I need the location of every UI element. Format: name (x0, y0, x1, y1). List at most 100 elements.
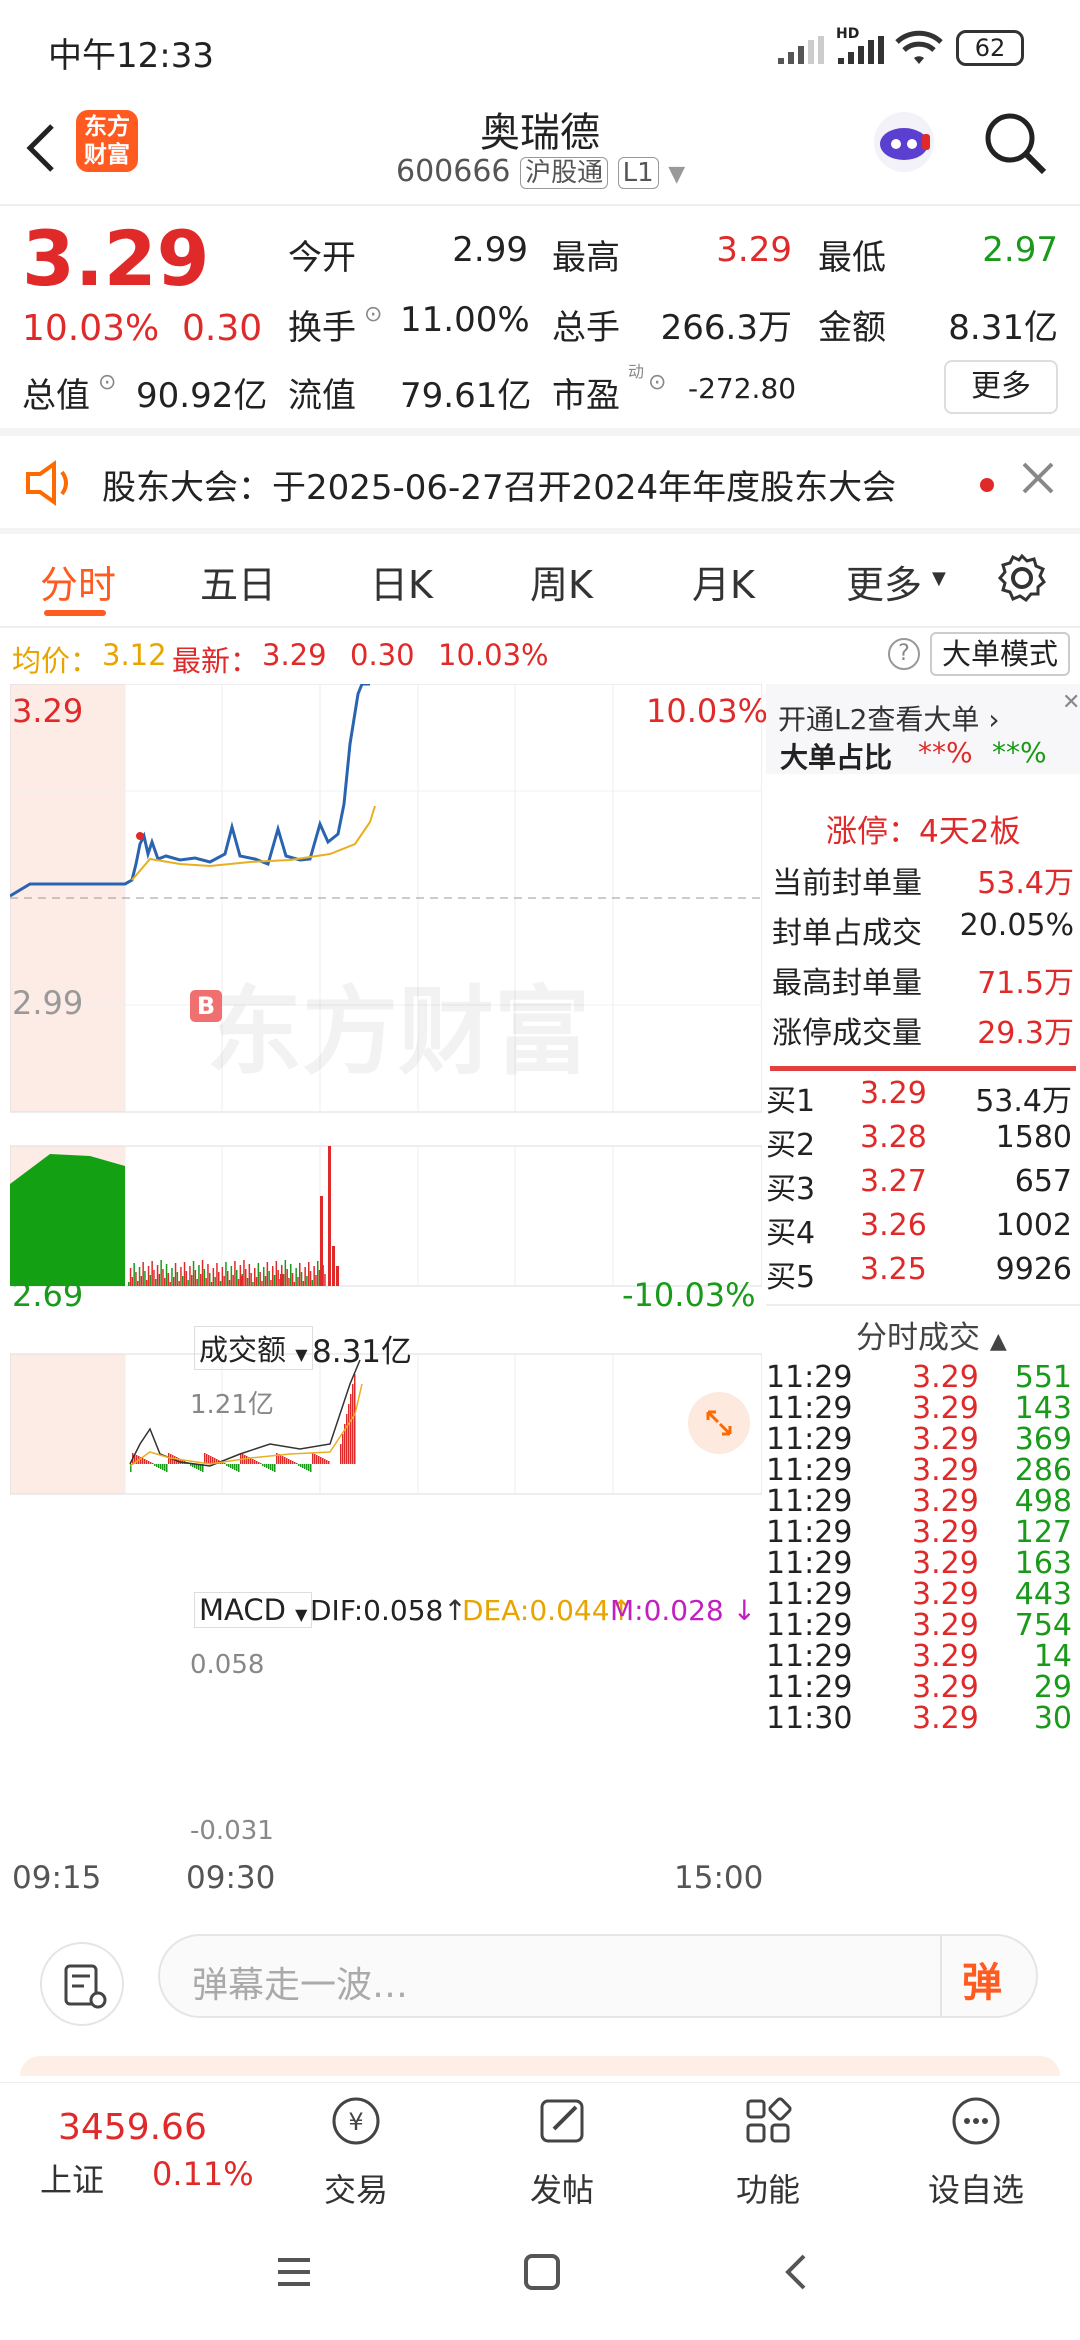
help-icon[interactable]: ? (888, 638, 920, 670)
pe-label: 市盈 (552, 376, 620, 416)
turnover-value: 11.00% (400, 300, 530, 340)
intraday-chart[interactable]: 3.29 2.99 2.69 10.03% -10.03% 东方财富 B 成交额… (9, 682, 768, 1906)
stock-code: 600666 (396, 154, 511, 189)
app-logo[interactable]: 东方 财富 (76, 110, 138, 172)
volume-bar (230, 1266, 233, 1286)
macd-bar (164, 1464, 166, 1471)
macd-bar (298, 1464, 300, 1466)
macd-bar (296, 1463, 298, 1464)
tick-price: 3.29 (912, 1484, 979, 1519)
nav-trade[interactable]: ¥ 交易 (286, 2083, 426, 2213)
volume-bar (225, 1262, 227, 1286)
tick-price: 3.29 (912, 1670, 979, 1705)
limit-stat-row: 最高封单量 71.5万 (772, 958, 1074, 1004)
recents-icon[interactable] (274, 2252, 314, 2296)
volume-bar (131, 1277, 134, 1286)
bid-volume: 1002 (995, 1208, 1072, 1243)
more-button[interactable]: 更多 (944, 360, 1058, 414)
tab-intraday[interactable]: 分时 (40, 554, 116, 609)
volume-selector[interactable]: 成交额 ▼ (194, 1326, 313, 1370)
danmu-settings-icon[interactable] (40, 1942, 124, 2026)
macd-bar (210, 1456, 212, 1464)
trade-icon: ¥ (332, 2097, 380, 2145)
time-start: 09:15 (12, 1860, 102, 1896)
bottom-nav: 3459.66 上证 0.11% ¥ 交易 发帖 功能 设自选 (0, 2082, 1080, 2212)
notice-bar[interactable]: 股东大会：于2025-06-27召开2024年年度股东大会 (0, 436, 1080, 532)
macd-bar (228, 1464, 230, 1467)
volume-bar (182, 1276, 184, 1286)
macd-bar (346, 1414, 348, 1464)
turnover-info-icon[interactable]: ⊙ (364, 302, 382, 327)
macd-axis-bottom: -0.031 (190, 1816, 274, 1846)
tick-volume: 443 (1014, 1577, 1072, 1612)
caret-down-icon: ▼ (668, 162, 686, 187)
amount-value: 8.31亿 (948, 308, 1058, 348)
danmu-send-button[interactable]: 弹 (962, 1950, 1002, 2008)
buy-marker[interactable]: B (190, 990, 222, 1022)
close-icon[interactable] (1018, 458, 1058, 502)
nav-add-watchlist[interactable]: 设自选 (906, 2083, 1046, 2213)
bid-row[interactable]: 买5 3.25 9926 (766, 1252, 1072, 1298)
volume-bar (227, 1271, 229, 1286)
high-point-marker (136, 832, 144, 840)
volume-bar (237, 1279, 240, 1286)
volume-bar (178, 1281, 180, 1286)
volume-bar (200, 1274, 202, 1286)
auction-volume-area (10, 1154, 125, 1286)
home-icon[interactable] (522, 2252, 562, 2296)
volume-bar (198, 1265, 200, 1286)
mktcap-info-icon[interactable]: ⊙ (98, 370, 116, 395)
ticks-title[interactable]: 分时成交 ▲ (856, 1312, 1007, 1357)
settings-gear-icon[interactable] (996, 552, 1048, 608)
index-ticker[interactable]: 3459.66 上证 0.11% (40, 2083, 254, 2213)
bid-row[interactable]: 买3 3.27 657 (766, 1164, 1072, 1210)
tab-five-day[interactable]: 五日 (200, 554, 276, 609)
volume-bar (288, 1278, 290, 1286)
macd-bar (268, 1464, 270, 1469)
bid-row[interactable]: 买2 3.28 1580 (766, 1120, 1072, 1166)
volume-bar (286, 1269, 288, 1286)
nav-post[interactable]: 发帖 (492, 2083, 632, 2213)
macd-bar (352, 1384, 354, 1464)
high-value: 3.29 (716, 230, 792, 270)
volume-bar (255, 1277, 258, 1286)
volume-bar (189, 1266, 191, 1286)
tab-monthly-k[interactable]: 月K (692, 554, 755, 609)
volume-bar (252, 1282, 254, 1286)
volume-selector-label: 成交额 (199, 1333, 287, 1367)
tab-more[interactable]: 更多 (846, 554, 922, 609)
bid-row[interactable]: 买1 3.29 53.4万 (766, 1076, 1072, 1122)
change-value: 0.30 (182, 308, 263, 349)
macd-bar (144, 1459, 146, 1464)
back-nav-icon[interactable] (776, 2252, 816, 2296)
macd-bar (340, 1444, 342, 1464)
pct-axis-top: 10.03% (646, 692, 769, 730)
search-icon[interactable] (980, 108, 1050, 182)
volume-bar (155, 1279, 157, 1286)
volume-bar (218, 1272, 220, 1286)
danmu-placeholder: 弹幕走一波… (192, 1965, 409, 2006)
tick-volume: 754 (1014, 1608, 1072, 1643)
pe-info-icon[interactable]: ⊙ (648, 370, 666, 395)
big-order-mode-button[interactable]: 大单模式 (930, 632, 1070, 676)
macd-bar (314, 1454, 316, 1464)
macd-selector[interactable]: MACD ▼ (194, 1592, 313, 1628)
stock-name: 奥瑞德 (480, 110, 600, 156)
volume-bar (259, 1272, 261, 1286)
float-cap-label: 流值 (288, 376, 356, 416)
tab-weekly-k[interactable]: 周K (530, 554, 593, 609)
tab-daily-k[interactable]: 日K (370, 554, 433, 609)
bid-row[interactable]: 买4 3.26 1002 (766, 1208, 1072, 1254)
m-down-arrow-icon: ↓ (732, 1594, 757, 1627)
bid-level: 买2 (766, 1128, 816, 1163)
macd-bar (294, 1462, 296, 1464)
volume-bar (245, 1269, 247, 1286)
assistant-robot-icon[interactable] (866, 104, 942, 184)
expand-icon[interactable] (688, 1392, 750, 1454)
tick-volume: 127 (1014, 1515, 1072, 1550)
stock-code-row[interactable]: 600666 沪股通 L1 ▼ (396, 152, 685, 189)
l2-link[interactable]: 开通L2查看大单 › (778, 698, 1000, 738)
nav-functions[interactable]: 功能 (698, 2083, 838, 2213)
back-icon[interactable] (20, 118, 60, 182)
l2-close-icon[interactable]: ✕ (1062, 690, 1080, 715)
